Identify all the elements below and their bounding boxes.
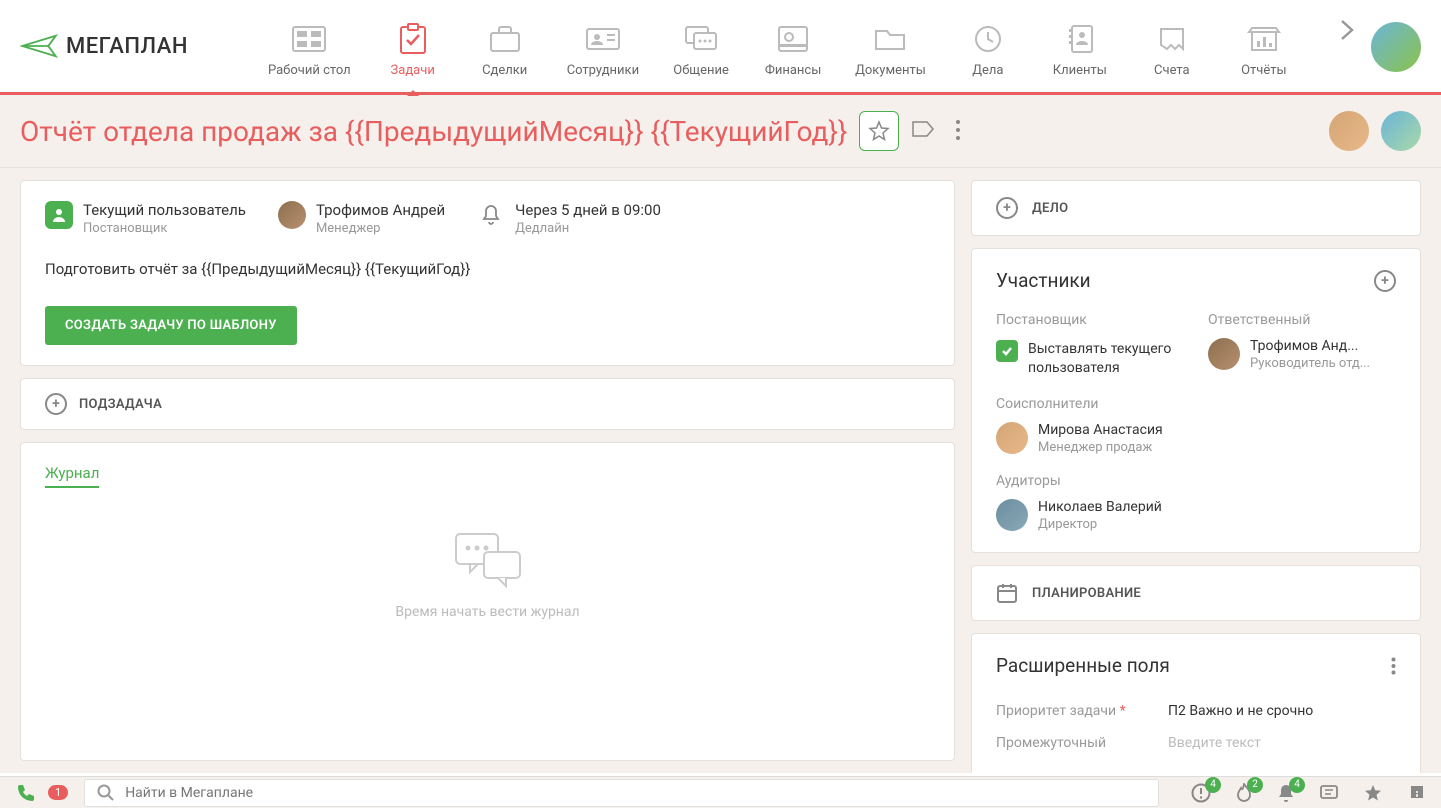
employees-icon [585,23,621,55]
nav-items: Рабочий стол Задачи Сделки Сотрудники Об… [268,15,1356,78]
title-avatars [1329,111,1421,151]
clients-icon [1062,23,1098,55]
ext-fields-more[interactable] [1391,657,1396,675]
nav-affairs[interactable]: Дела [958,15,1018,78]
logo-text: МЕГАПЛАН [66,34,188,59]
checkbox-checked-icon [996,340,1018,362]
search-input[interactable] [125,785,1146,801]
star-icon [868,120,890,142]
auditor-person[interactable]: Николаев Валерий Директор [996,499,1396,532]
create-task-button[interactable]: СОЗДАТЬ ЗАДАЧУ ПО ШАБЛОНУ [45,306,297,345]
extended-fields-card: Расширенные поля Приоритет задачи * П2 В… [971,633,1421,773]
nav-employees[interactable]: Сотрудники [567,15,639,78]
main-right: + ДЕЛО Участники + Постановщик Выставлят… [971,180,1421,761]
nav-clients[interactable]: Клиенты [1050,15,1110,78]
reports-icon [1246,23,1282,55]
responsible-label: Ответственный [1208,312,1396,328]
nav-reports[interactable]: Отчёты [1234,15,1294,78]
favorite-button[interactable] [859,111,899,151]
add-subtask-button[interactable]: + ПОДЗАДАЧА [20,378,955,430]
bottom-bar: 1 4 2 4 [0,776,1441,808]
chevron-right-icon [1338,15,1356,45]
avatar [996,422,1028,454]
task-card: Текущий пользователь Постановщик Трофимо… [20,180,955,366]
nav-deals[interactable]: Сделки [475,15,535,78]
priority-field[interactable]: Приоритет задачи * П2 Важно и не срочно [996,695,1396,727]
task-meta: Текущий пользователь Постановщик Трофимо… [45,201,930,236]
alert-icon[interactable]: 4 [1191,783,1211,803]
person-icon [45,201,73,229]
logo[interactable]: МЕГАПЛАН [20,32,188,60]
tasks-icon [395,23,431,55]
responsible-person[interactable]: Трофимов Анд... Руководитель отд... [1208,338,1396,371]
nav-finance[interactable]: Финансы [763,15,823,78]
avatar [278,201,306,229]
nav-more[interactable] [1338,15,1356,45]
nav-desktop[interactable]: Рабочий стол [268,15,351,78]
title-bar: Отчёт отдела продаж за {{ПредыдущийМесяц… [0,95,1441,168]
participants-card: Участники + Постановщик Выставлять текущ… [971,248,1421,553]
more-menu[interactable] [955,119,979,143]
journal-tab[interactable]: Журнал [45,464,99,488]
owner-checkbox-row[interactable]: Выставлять текущего пользователя [996,338,1184,376]
search-icon [97,784,115,802]
owner-label: Постановщик [996,312,1184,328]
user-avatar[interactable] [1371,22,1421,72]
plus-icon: + [996,197,1018,219]
invoices-icon [1154,23,1190,55]
nav-chat[interactable]: Общение [671,15,731,78]
extended-fields-header: Расширенные поля [996,654,1396,677]
phone-icon[interactable] [16,783,36,803]
fire-icon[interactable]: 2 [1235,783,1253,803]
deals-icon [487,23,523,55]
journal-empty-state: Время начать вести журнал [45,528,930,620]
nav-tasks[interactable]: Задачи [383,15,443,78]
participant-avatar-2[interactable] [1381,111,1421,151]
bottom-right: 4 2 4 [1191,783,1425,803]
clock-icon [970,23,1006,55]
participant-avatar-1[interactable] [1329,111,1369,151]
chat-empty-icon [448,528,528,588]
flag-icon[interactable] [1407,784,1425,802]
phone-badge: 1 [48,785,68,800]
bottom-left: 1 [16,783,68,803]
calendar-icon [996,582,1018,604]
task-description: Подготовить отчёт за {{ПредыдущийМесяц}}… [45,260,930,278]
task-manager[interactable]: Трофимов Андрей Менеджер [278,201,445,236]
nav-invoices[interactable]: Счета [1142,15,1202,78]
more-vertical-icon [955,119,961,141]
planning-button[interactable]: ПЛАНИРОВАНИЕ [971,565,1421,621]
nav-documents[interactable]: Документы [855,15,926,78]
bell-notif-icon[interactable]: 4 [1277,783,1295,803]
add-participant-button[interactable]: + [1374,270,1396,292]
intermediate-field[interactable]: Промежуточный Введите текст [996,727,1396,759]
global-search[interactable] [84,779,1159,807]
tag-icon[interactable] [911,119,935,143]
message-icon[interactable] [1319,784,1339,802]
main-content: Текущий пользователь Постановщик Трофимо… [0,168,1441,773]
chat-icon [683,23,719,55]
star-fav-icon[interactable] [1363,783,1383,803]
add-delo-button[interactable]: + ДЕЛО [971,180,1421,236]
journal-card: Журнал Время начать вести журнал [20,442,955,761]
avatar [996,499,1028,531]
avatar [1208,338,1240,370]
main-left: Текущий пользователь Постановщик Трофимо… [20,180,955,761]
more-vertical-icon [1391,657,1396,675]
top-nav: МЕГАПЛАН Рабочий стол Задачи Сделки Сотр… [0,0,1441,95]
desktop-icon [291,23,327,55]
task-owner[interactable]: Текущий пользователь Постановщик [45,201,246,236]
auditors-label: Аудиторы [996,473,1396,489]
task-deadline[interactable]: Через 5 дней в 09:00 Дедлайн [477,201,661,236]
bell-icon [477,201,505,229]
page-title: Отчёт отдела продаж за {{ПредыдущийМесяц… [20,115,847,148]
coexecutors-label: Соисполнители [996,396,1396,412]
finance-icon [775,23,811,55]
documents-icon [872,23,908,55]
participants-header: Участники + [996,269,1396,292]
plus-icon: + [45,393,67,415]
logo-icon [20,32,58,60]
coexecutor-person[interactable]: Мирова Анастасия Менеджер продаж [996,422,1396,455]
